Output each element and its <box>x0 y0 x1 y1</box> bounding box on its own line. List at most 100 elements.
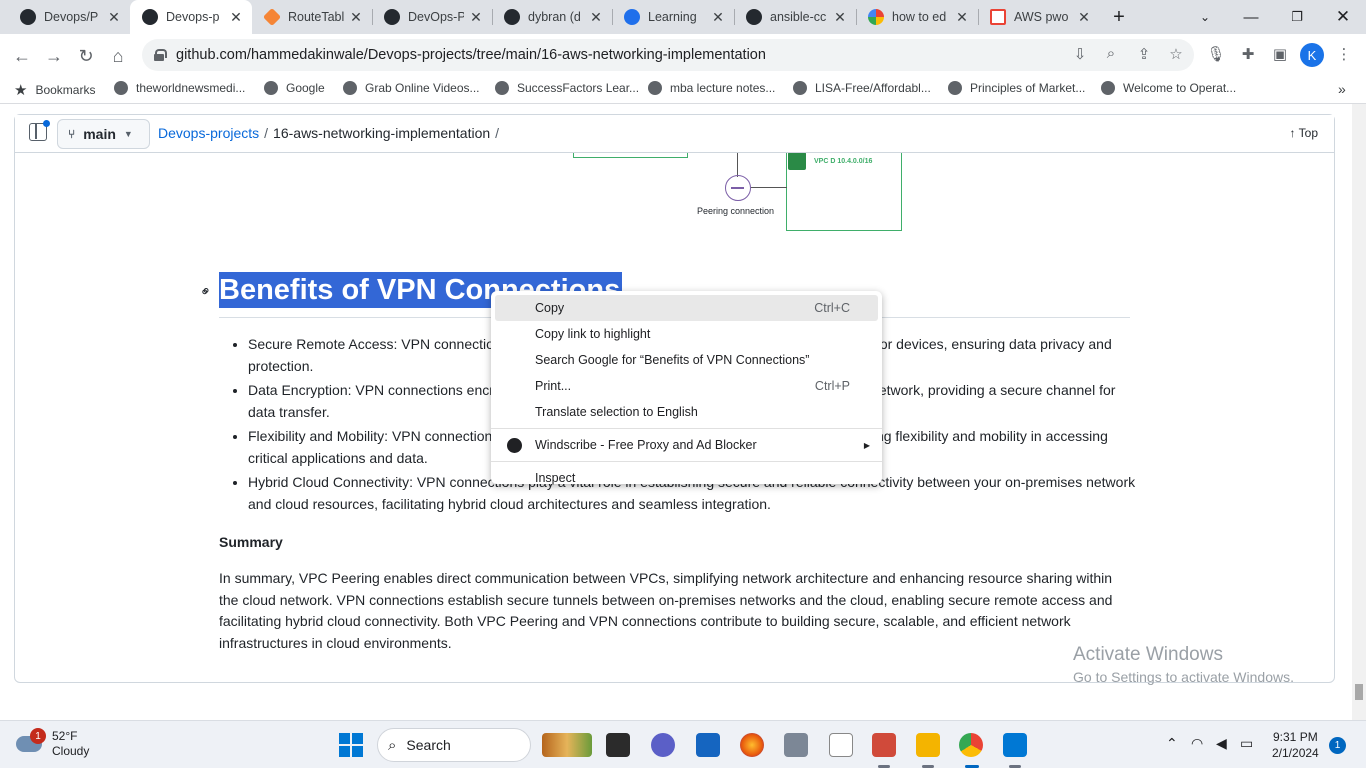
bookmark-item[interactable]: SuccessFactors Lear... <box>495 81 639 95</box>
menu-item-windscribe[interactable]: Windscribe - Free Proxy and Ad Blocker ▶ <box>491 432 882 458</box>
back-arrow-icon[interactable]: ← <box>8 42 36 70</box>
bookmark-item[interactable]: mba lecture notes... <box>648 81 775 95</box>
close-tab-icon[interactable]: ✕ <box>588 9 604 26</box>
battery-icon[interactable]: ▭ <box>1240 735 1253 752</box>
task-view-icon[interactable] <box>606 733 630 757</box>
cloud-icon: 1 <box>16 728 46 752</box>
close-tab-icon[interactable]: ✕ <box>832 9 848 26</box>
chat-icon[interactable] <box>651 733 675 757</box>
store-icon[interactable] <box>696 733 720 757</box>
address-bar[interactable]: github.com/hammedakinwale/Devops-project… <box>142 39 1194 71</box>
globe-icon <box>1101 81 1115 95</box>
windscribe-icon <box>507 438 522 453</box>
scrollbar-thumb[interactable] <box>1355 684 1363 700</box>
globe-icon <box>264 81 278 95</box>
firefox-icon[interactable] <box>740 733 764 757</box>
tab-learning[interactable]: Learning ✕ <box>612 0 734 34</box>
menu-item-print[interactable]: Print... Ctrl+P <box>491 373 882 399</box>
menu-kebab-icon[interactable]: ⋮ <box>1334 45 1354 65</box>
tab-routetable[interactable]: RouteTabl ✕ <box>252 0 372 34</box>
file-header: ⑂ main ▼ Devops-projects / 16-aws-networki… <box>15 115 1334 153</box>
minimize-button[interactable]: — <box>1228 0 1274 34</box>
menu-item-inspect[interactable]: Inspect <box>491 465 882 491</box>
volume-icon[interactable]: ◀ <box>1216 735 1227 752</box>
search-label: Search <box>406 737 451 753</box>
bookmark-label: Welcome to Operat... <box>1123 81 1237 95</box>
weather-widget[interactable]: 1 52°F Cloudy <box>16 728 89 759</box>
bookmarks-button[interactable]: ★ Bookmarks <box>14 81 95 99</box>
menu-item-copy-link[interactable]: Copy link to highlight <box>491 321 882 347</box>
bookmarks-bar: ★ Bookmarks theworldnewsmedi... Google Gr… <box>0 76 1366 104</box>
menu-item-copy[interactable]: Copy Ctrl+C <box>495 295 878 321</box>
bookmark-label: Principles of Market... <box>970 81 1086 95</box>
sidebar-toggle-icon[interactable] <box>29 120 50 141</box>
close-tab-icon[interactable]: ✕ <box>106 9 122 26</box>
new-tab-button[interactable]: + <box>1096 0 1142 34</box>
tab-aws-pwo[interactable]: AWS pwo ✕ <box>978 0 1100 34</box>
taskbar-search[interactable]: ⌕ Search <box>377 728 531 762</box>
tab-search-chevron-icon[interactable]: ⌄ <box>1182 0 1228 34</box>
bookmark-item[interactable]: LISA-Free/Affordabl... <box>793 81 931 95</box>
clock[interactable]: 9:31 PM 2/1/2024 <box>1272 729 1319 761</box>
close-tab-icon[interactable]: ✕ <box>954 9 970 26</box>
page-scrollbar[interactable] <box>1352 104 1366 720</box>
close-tab-icon[interactable]: ✕ <box>710 9 726 26</box>
tab-devops-p-2[interactable]: Devops-p ✕ <box>130 0 252 34</box>
clock-date: 2/1/2024 <box>1272 746 1319 760</box>
tab-devops-p-3[interactable]: DevOps-P ✕ <box>372 0 492 34</box>
vscode-icon[interactable] <box>1003 733 1027 757</box>
url-text[interactable]: github.com/hammedakinwale/Devops-project… <box>176 47 766 63</box>
install-app-icon[interactable]: ⇩ <box>1070 45 1090 65</box>
tab-how-to-edit[interactable]: how to ed ✕ <box>856 0 978 34</box>
snipping-tool-icon[interactable] <box>872 733 896 757</box>
bookmark-star-icon[interactable]: ☆ <box>1166 45 1186 65</box>
bookmark-item[interactable]: Grab Online Videos... <box>343 81 480 95</box>
breadcrumb-repo-link[interactable]: Devops-projects <box>158 125 259 141</box>
close-tab-icon[interactable]: ✕ <box>228 9 244 26</box>
tab-devops-p-1[interactable]: Devops/P ✕ <box>8 0 130 34</box>
menu-item-search-google[interactable]: Search Google for “Benefits of VPN Conne… <box>491 347 882 373</box>
calculator-icon[interactable] <box>784 733 808 757</box>
chrome-icon[interactable] <box>959 733 983 757</box>
menu-label: Search Google for “Benefits of VPN Conne… <box>535 353 810 367</box>
bookmark-item[interactable]: Principles of Market... <box>948 81 1085 95</box>
tab-dybran[interactable]: dybran (d ✕ <box>492 0 612 34</box>
peering-connection-icon <box>725 175 751 201</box>
close-tab-icon[interactable]: ✕ <box>1076 9 1092 26</box>
star-icon: ★ <box>14 82 28 99</box>
zoom-icon[interactable]: ⌕ <box>1101 45 1121 65</box>
bookmark-item[interactable]: theworldnewsmedi... <box>114 81 245 95</box>
menu-label: Copy <box>535 301 565 315</box>
bookmark-item[interactable]: Welcome to Operat... <box>1101 81 1236 95</box>
file-explorer-icon[interactable] <box>916 733 940 757</box>
reload-icon[interactable]: ↻ <box>72 42 100 70</box>
forward-arrow-icon[interactable]: → <box>40 42 68 70</box>
extensions-icon[interactable]: ✚ <box>1238 45 1258 65</box>
wifi-icon[interactable]: ◠ <box>1191 735 1203 752</box>
bookmark-item[interactable]: Google <box>264 81 325 95</box>
tab-title: Devops/P <box>44 10 99 24</box>
clock-time: 9:31 PM <box>1273 730 1318 744</box>
notification-badge[interactable]: 1 <box>1329 737 1346 754</box>
restore-button[interactable]: ❐ <box>1274 0 1320 34</box>
lock-icon[interactable] <box>154 49 167 61</box>
chevron-up-icon[interactable]: ⌃ <box>1166 735 1178 752</box>
profile-avatar[interactable]: K <box>1300 43 1324 67</box>
news-widget-icon[interactable] <box>542 733 592 757</box>
menu-item-translate[interactable]: Translate selection to English <box>491 399 882 425</box>
close-tab-icon[interactable]: ✕ <box>468 9 484 26</box>
close-tab-icon[interactable]: ✕ <box>348 9 364 26</box>
notepad-icon[interactable] <box>829 733 853 757</box>
branch-selector-button[interactable]: ⑂ main ▼ <box>57 119 150 149</box>
start-button[interactable] <box>339 733 363 757</box>
share-icon[interactable]: ⇪ <box>1134 45 1154 65</box>
close-window-button[interactable]: ✕ <box>1320 0 1366 34</box>
microphone-icon[interactable]: 🎙 <box>1206 45 1226 65</box>
tab-ansible[interactable]: ansible-cc ✕ <box>734 0 856 34</box>
menu-separator <box>491 428 882 429</box>
home-icon[interactable]: ⌂ <box>104 42 132 70</box>
globe-icon <box>648 81 662 95</box>
more-bookmarks-icon[interactable]: » <box>1338 81 1346 97</box>
top-button[interactable]: ↑ Top <box>1290 126 1318 140</box>
side-panel-icon[interactable]: ▣ <box>1270 45 1290 65</box>
